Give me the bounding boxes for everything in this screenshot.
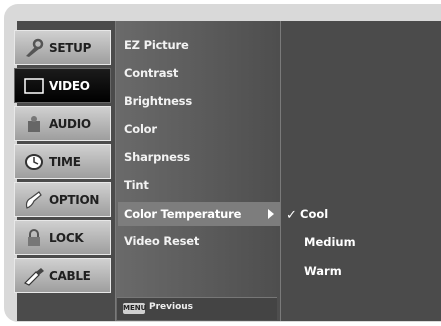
category-label: AUDIO xyxy=(49,116,91,131)
menu-key-icon: MENU xyxy=(123,303,147,314)
footer-text: Previous xyxy=(149,302,194,312)
menu-item-contrast[interactable]: Contrast xyxy=(124,66,178,80)
category-label: LOCK xyxy=(49,230,84,245)
category-lock[interactable]: LOCK xyxy=(14,220,111,255)
lock-icon xyxy=(21,225,47,251)
menu-item-ez-picture[interactable]: EZ Picture xyxy=(124,38,189,52)
category-label: TIME xyxy=(49,154,81,169)
category-label: CABLE xyxy=(49,268,91,283)
cable-icon xyxy=(21,263,47,289)
option-cool[interactable]: Cool xyxy=(300,207,328,221)
option-medium[interactable]: Medium xyxy=(304,235,356,249)
tv-screen-icon xyxy=(21,73,47,99)
footer-hint: MENU Previous xyxy=(117,297,277,320)
menu-item-color[interactable]: Color xyxy=(124,122,157,136)
arrow-right-icon xyxy=(268,209,274,219)
audio-icon xyxy=(21,111,47,137)
menu-item-brightness[interactable]: Brightness xyxy=(124,94,192,108)
checkmark-icon: ✓ xyxy=(286,208,297,223)
category-label: OPTION xyxy=(49,192,100,207)
category-audio[interactable]: AUDIO xyxy=(14,106,111,141)
category-setup[interactable]: SETUP xyxy=(14,30,111,65)
category-label: VIDEO xyxy=(49,78,90,93)
menu-item-label: Color Temperature xyxy=(124,207,242,221)
menu-item-sharpness[interactable]: Sharpness xyxy=(124,150,190,164)
option-icon xyxy=(21,187,47,213)
category-label: SETUP xyxy=(49,40,92,55)
setup-icon xyxy=(21,35,47,61)
category-video[interactable]: VIDEO xyxy=(14,68,111,103)
clock-icon xyxy=(21,149,47,175)
menu-item-color-temperature[interactable]: Color Temperature xyxy=(118,202,280,226)
category-cable[interactable]: CABLE xyxy=(14,258,111,293)
category-option[interactable]: OPTION xyxy=(14,182,111,217)
menu-item-video-reset[interactable]: Video Reset xyxy=(124,234,199,248)
category-time[interactable]: TIME xyxy=(14,144,111,179)
option-warm[interactable]: Warm xyxy=(304,264,342,278)
menu-item-tint[interactable]: Tint xyxy=(124,178,149,192)
video-submenu: EZ Picture Contrast Brightness Color Sha… xyxy=(115,21,281,321)
